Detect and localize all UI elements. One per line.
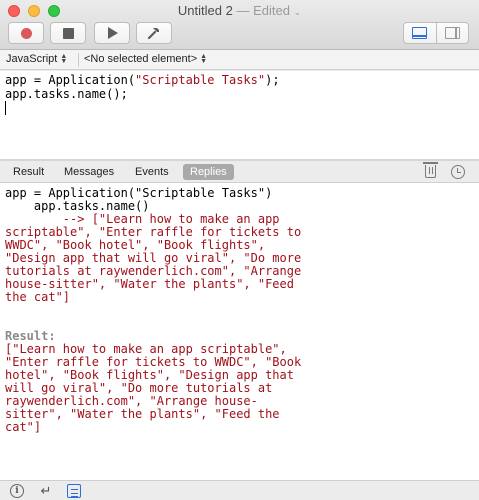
stop-icon <box>62 27 74 39</box>
result-line: cat"] <box>5 420 42 434</box>
view-layout-control <box>403 22 469 44</box>
script-editor[interactable]: app = Application("Scriptable Tasks"); a… <box>0 71 479 159</box>
code-string: "Scriptable Tasks" <box>135 73 266 87</box>
element-label: <No selected element> <box>84 53 198 65</box>
stop-button[interactable] <box>50 22 86 44</box>
reply-line: house-sitter", "Water the plants", "Feed <box>5 277 294 291</box>
replies-log: app = Application("Scriptable Tasks") ap… <box>0 183 479 480</box>
code-line <box>5 101 474 118</box>
record-icon <box>20 27 32 39</box>
edited-status: Edited <box>253 3 290 18</box>
show-log-button[interactable] <box>404 23 436 43</box>
code-text: ); <box>265 73 280 87</box>
history-clock-icon[interactable] <box>451 165 465 179</box>
text-caret <box>5 101 6 115</box>
show-sidebar-button[interactable] <box>435 23 469 43</box>
code-text: app = Application( <box>5 73 136 87</box>
nav-divider <box>78 53 79 67</box>
list-log-icon[interactable] <box>67 484 81 498</box>
code-line: app = Application("Scriptable Tasks"); <box>5 73 474 87</box>
trash-icon[interactable] <box>423 162 438 178</box>
tab-events[interactable]: Events <box>128 164 176 180</box>
record-button[interactable] <box>8 22 44 44</box>
popup-arrows-icon: ▲ ▼ <box>200 53 208 65</box>
code-line: app.tasks.name(); <box>5 87 128 101</box>
reply-line: the cat"] <box>5 290 71 304</box>
tab-replies[interactable]: Replies <box>183 164 234 180</box>
log-tabs-bar: Result Messages Events Replies <box>0 161 479 183</box>
element-popup[interactable]: <No selected element> ▲ ▼ <box>84 53 207 65</box>
bottom-bar: i ↵ <box>0 480 479 500</box>
language-label: JavaScript <box>6 53 58 65</box>
compile-button[interactable] <box>136 22 172 44</box>
run-button[interactable] <box>94 22 130 44</box>
window-toolbar: Untitled 2 — Edited ⌄ <box>0 0 479 50</box>
result-output: ["Learn how to make an app scriptable", … <box>5 343 474 434</box>
result-line: sitter", "Water the plants", "Feed the <box>5 407 280 421</box>
tab-messages[interactable]: Messages <box>57 164 121 180</box>
window-title[interactable]: Untitled 2 — Edited ⌄ <box>0 3 479 18</box>
reply-output: --> ["Learn how to make an app scriptabl… <box>5 213 474 304</box>
info-icon[interactable]: i <box>10 484 24 498</box>
title-chevron-icon: ⌄ <box>293 7 302 17</box>
hammer-icon <box>147 28 159 40</box>
sidebar-view-icon <box>444 27 460 39</box>
return-icon[interactable]: ↵ <box>39 483 53 498</box>
language-popup[interactable]: JavaScript ▲ ▼ <box>6 53 67 65</box>
navigation-bar: JavaScript ▲ ▼ <No selected element> ▲ ▼ <box>0 50 479 70</box>
split-view-icon <box>412 27 428 39</box>
play-icon <box>108 27 118 39</box>
document-name: Untitled 2 <box>177 3 233 18</box>
popup-arrows-icon: ▲ ▼ <box>60 53 68 65</box>
title-separator: — <box>236 3 250 18</box>
tab-result[interactable]: Result <box>6 164 51 180</box>
